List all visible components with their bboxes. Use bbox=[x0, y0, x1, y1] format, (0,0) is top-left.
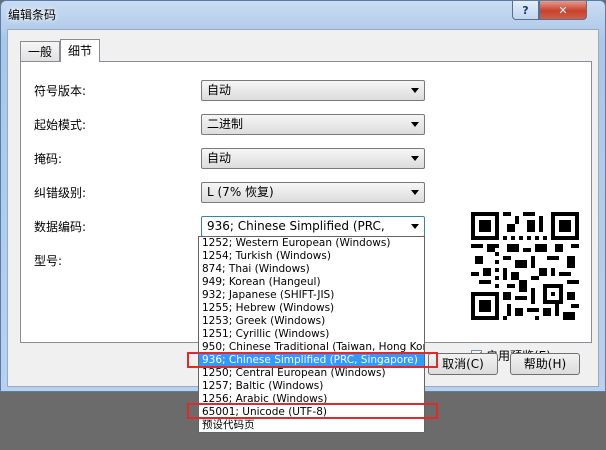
help-title-button[interactable]: ? bbox=[512, 1, 539, 20]
chevron-down-icon bbox=[411, 224, 419, 229]
close-icon: ✕ bbox=[558, 3, 568, 17]
dropdown-option[interactable]: 预设代码页 bbox=[199, 419, 424, 432]
dropdown-option[interactable]: 1257; Baltic (Windows) bbox=[199, 380, 424, 393]
dropdown-option[interactable]: 874; Thai (Windows) bbox=[199, 263, 424, 276]
error-correction-label: 纠错级别: bbox=[34, 186, 87, 200]
dropdown-option[interactable]: 1253; Greek (Windows) bbox=[199, 315, 424, 328]
tab-details[interactable]: 细节 bbox=[60, 39, 101, 62]
model-label: 型号: bbox=[34, 254, 63, 268]
help-button[interactable]: 帮助(H) bbox=[510, 353, 580, 375]
question-mark-icon: ? bbox=[522, 3, 529, 17]
dropdown-option[interactable]: 1252; Western European (Windows) bbox=[199, 237, 424, 250]
mask-value: 自动 bbox=[207, 151, 232, 165]
tab-general[interactable]: 一般 bbox=[20, 41, 61, 61]
dropdown-option[interactable]: 1251; Cyrillic (Windows) bbox=[199, 328, 424, 341]
symbol-version-value: 自动 bbox=[207, 83, 232, 97]
dropdown-option[interactable]: 932; Japanese (SHIFT-JIS) bbox=[199, 289, 424, 302]
error-correction-select[interactable]: L (7% 恢复) bbox=[201, 182, 425, 203]
mask-label: 掩码: bbox=[34, 152, 63, 166]
chevron-down-icon bbox=[411, 190, 419, 195]
qr-code-preview bbox=[471, 212, 579, 320]
dropdown-option[interactable]: 1255; Hebrew (Windows) bbox=[199, 302, 424, 315]
selected-encoding-highlight bbox=[187, 352, 438, 368]
error-correction-value: L (7% 恢复) bbox=[207, 185, 274, 199]
dropdown-option[interactable]: 1250; Central European (Windows) bbox=[199, 367, 424, 380]
window-title: 编辑条码 bbox=[8, 8, 57, 22]
chevron-down-icon bbox=[411, 156, 419, 161]
dropdown-option[interactable]: 949; Korean (Hangeul) bbox=[199, 276, 424, 289]
symbol-version-select[interactable]: 自动 bbox=[201, 80, 425, 101]
mask-select[interactable]: 自动 bbox=[201, 148, 425, 169]
tab-strip: 一般 细节 bbox=[20, 39, 101, 62]
chevron-down-icon bbox=[411, 122, 419, 127]
symbol-version-label: 符号版本: bbox=[34, 84, 87, 98]
start-mode-select[interactable]: 二进制 bbox=[201, 114, 425, 135]
start-mode-label: 起始模式: bbox=[34, 118, 87, 132]
title-bar[interactable]: 编辑条码 ? ✕ bbox=[1, 1, 605, 29]
utf8-encoding-highlight bbox=[187, 403, 438, 419]
qr-modules bbox=[471, 212, 579, 320]
chevron-down-icon bbox=[411, 88, 419, 93]
cancel-button[interactable]: 取消(C) bbox=[428, 353, 498, 375]
close-button[interactable]: ✕ bbox=[539, 1, 587, 20]
data-encoding-label: 数据编码: bbox=[34, 220, 87, 234]
dropdown-option[interactable]: 1254; Turkish (Windows) bbox=[199, 250, 424, 263]
start-mode-value: 二进制 bbox=[207, 117, 244, 131]
data-encoding-select[interactable]: 936; Chinese Simplified (PRC, Singapore) bbox=[201, 216, 425, 252]
